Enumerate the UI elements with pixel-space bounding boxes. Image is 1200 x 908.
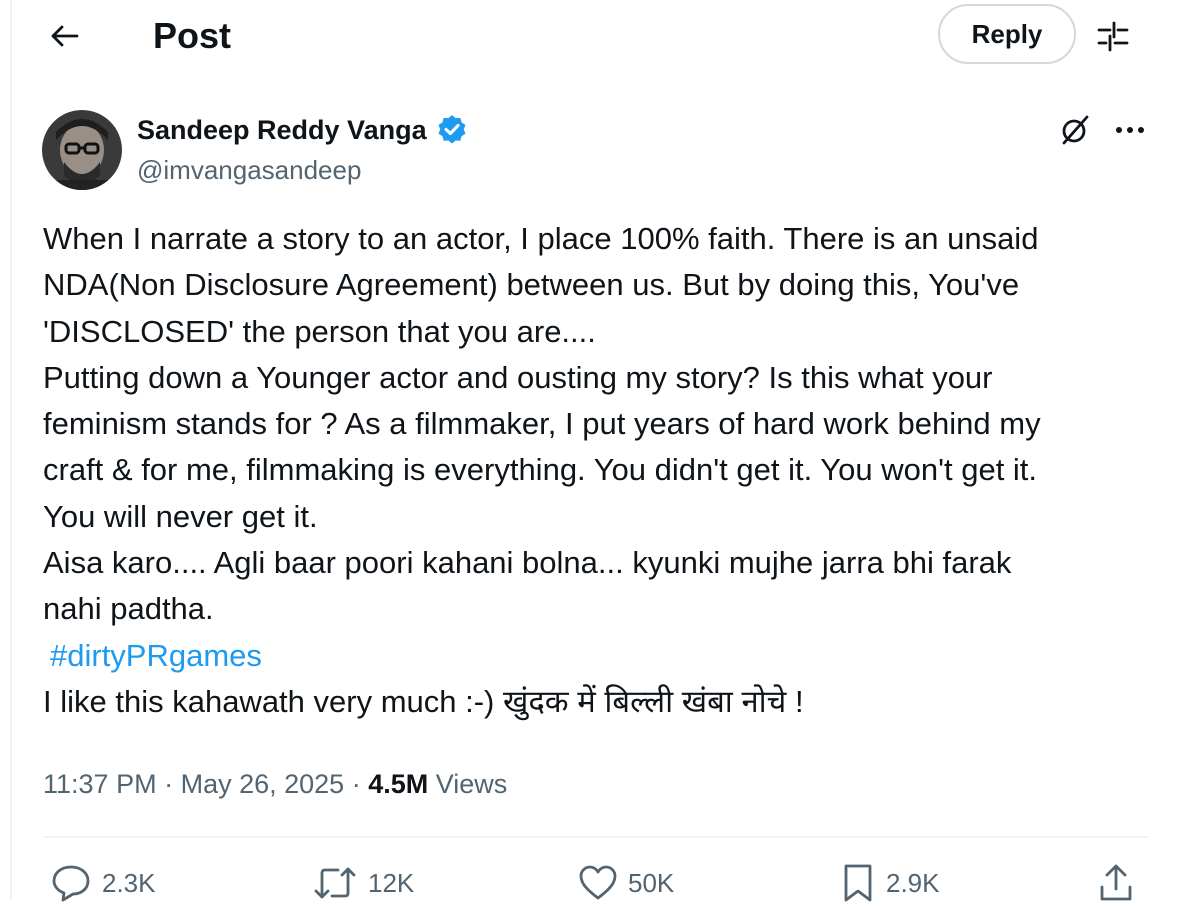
- post-line: nahi padtha.: [43, 591, 214, 627]
- author-name: Sandeep Reddy Vanga: [137, 115, 427, 145]
- bookmark-action[interactable]: 2.9K: [840, 858, 940, 908]
- post-line: feminism stands for ? As a filmmaker, I …: [43, 406, 1041, 442]
- like-count: 50K: [628, 867, 675, 898]
- page-title: Post: [153, 15, 232, 56]
- like-action[interactable]: 50K: [578, 858, 674, 908]
- reply-count: 2.3K: [102, 867, 156, 898]
- meta-separator: ·: [164, 769, 181, 799]
- post-line: 'DISCLOSED' the person that you are....: [43, 313, 596, 349]
- repost-icon: [314, 867, 356, 899]
- author-handle[interactable]: @imvangasandeep: [137, 152, 361, 188]
- views-label: Views: [435, 769, 508, 799]
- avatar-image: [42, 110, 122, 190]
- filter-icon: [1097, 21, 1129, 52]
- back-button[interactable]: [40, 14, 88, 58]
- bookmark-count: 2.9K: [886, 867, 940, 898]
- post-time[interactable]: 11:37 PM: [43, 769, 157, 799]
- reply-action[interactable]: 2.3K: [50, 858, 156, 908]
- share-icon: [1100, 864, 1132, 901]
- back-arrow-icon: [51, 25, 79, 47]
- grok-icon: [1062, 115, 1089, 145]
- post-line: Aisa karo.... Agli baar poori kahani bol…: [43, 545, 1012, 581]
- post-text: When I narrate a story to an actor, I pl…: [43, 216, 1163, 725]
- repost-count: 12K: [368, 867, 415, 898]
- post-date[interactable]: May 26, 2025: [181, 769, 345, 799]
- post-meta: 11:37 PM · May 26, 2025 · 4.5M Views: [43, 764, 507, 804]
- post-line: I like this kahawath very much :-) खुंदक…: [43, 683, 804, 719]
- post-line: You will never get it.: [43, 498, 318, 534]
- post-line: When I narrate a story to an actor, I pl…: [43, 221, 1039, 256]
- reply-icon: [52, 865, 90, 902]
- post-line: Putting down a Younger actor and ousting…: [43, 359, 993, 395]
- grok-button[interactable]: [1055, 110, 1095, 150]
- like-icon: [579, 865, 617, 900]
- author-name-row[interactable]: Sandeep Reddy Vanga: [137, 112, 469, 148]
- reply-button[interactable]: Reply: [938, 4, 1076, 64]
- avatar[interactable]: [42, 110, 122, 190]
- repost-action[interactable]: 12K: [312, 858, 414, 908]
- more-icon: [1116, 127, 1144, 133]
- post-line: NDA(Non Disclosure Agreement) between us…: [43, 267, 1020, 303]
- column-border: [10, 0, 12, 900]
- filter-button[interactable]: [1090, 14, 1136, 58]
- share-action[interactable]: [1098, 858, 1134, 908]
- verified-icon: [438, 115, 466, 144]
- divider: [43, 836, 1149, 838]
- post-line: craft & for me, filmmaking is everything…: [43, 452, 1038, 488]
- more-button[interactable]: [1108, 110, 1152, 150]
- header: Post Reply: [0, 0, 1200, 76]
- meta-separator: ·: [351, 769, 369, 799]
- hashtag-link[interactable]: #dirtyPRgames: [43, 638, 262, 673]
- views-count: 4.5M: [368, 769, 429, 799]
- bookmark-icon: [844, 864, 872, 902]
